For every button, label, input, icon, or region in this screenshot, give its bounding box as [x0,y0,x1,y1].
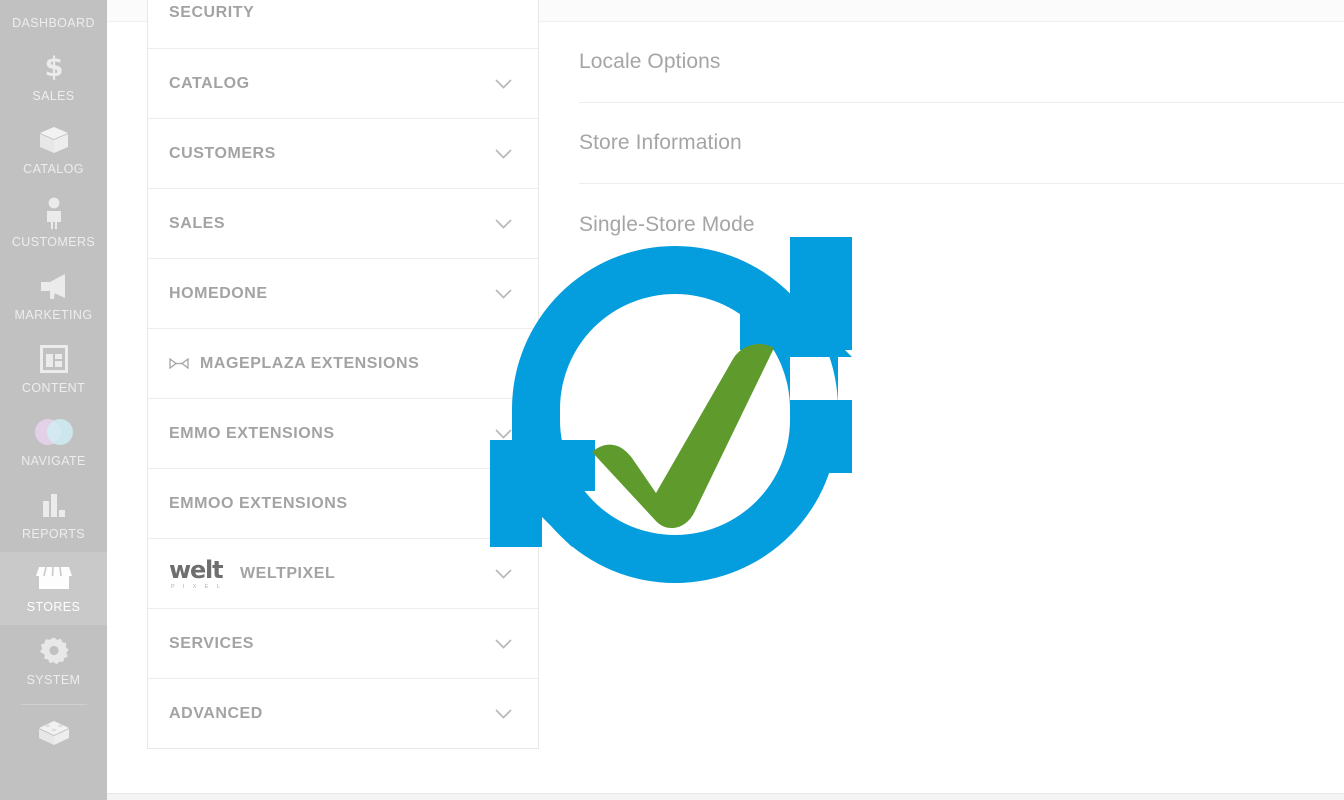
megaphone-icon [0,266,107,306]
chevron-down-icon[interactable] [495,638,512,649]
svg-text:$: $ [44,52,63,82]
chevron-down-icon[interactable] [495,708,512,719]
weltpixel-logo-word: welt [169,556,224,584]
sidebar-item-label: SYSTEM [26,673,81,687]
content-row-single-store-mode[interactable]: Single-Store Mode [579,184,1344,265]
section-row-catalog[interactable]: CATALOG [148,48,538,118]
content-row-store-information[interactable]: Store Information [579,103,1344,184]
sidebar-item-system[interactable]: SYSTEM [0,625,107,698]
section-label: ADVANCED [169,704,263,722]
admin-sidebar[interactable]: DASHBOARD $ SALES CATALOG CUSTOMERS MARK… [0,0,107,800]
section-label: CATALOG [169,74,250,92]
mageplaza-logo [169,357,189,370]
sidebar-item-stores[interactable]: STORES [0,552,107,625]
sidebar-item-catalog[interactable]: CATALOG [0,114,107,187]
section-row-security[interactable]: SECURITY [148,0,538,48]
venn-circles-icon [0,412,107,452]
sidebar-item-label: CATALOG [23,162,84,176]
section-row-customers[interactable]: CUSTOMERS [148,118,538,188]
chevron-down-icon[interactable] [495,428,512,439]
section-row-emmo-extensions[interactable]: EMMO EXTENSIONS [148,398,538,468]
section-label: SERVICES [169,634,255,652]
admin-page: DASHBOARD $ SALES CATALOG CUSTOMERS MARK… [0,0,1344,800]
sidebar-item-label: CUSTOMERS [11,235,96,249]
weltpixel-logo: welt P I X E L [169,558,229,591]
sidebar-item-label: REPORTS [22,527,85,541]
section-row-homedone[interactable]: HOMEDONE [148,258,538,328]
section-label: CUSTOMERS [169,144,276,162]
sidebar-item-extensions[interactable] [0,707,107,753]
page-footer-band [107,793,1344,800]
chevron-down-icon[interactable] [495,568,512,579]
sidebar-item-customers[interactable]: CUSTOMERS [0,187,107,260]
sidebar-divider [20,704,87,705]
weltpixel-logo-sub: P I X E L [171,584,224,590]
section-row-sales[interactable]: SALES [148,188,538,258]
content-row-label: Locale Options [579,50,721,73]
chevron-down-icon[interactable] [495,288,512,299]
chevron-down-icon[interactable] [495,148,512,159]
sidebar-item-marketing[interactable]: MARKETING [0,260,107,333]
dashboard-icon [0,0,107,14]
sidebar-item-label: NAVIGATE [21,454,86,468]
sidebar-item-label: CONTENT [21,381,86,395]
dollar-icon: $ [0,47,107,87]
settings-section-list: SECURITY CATALOG CUSTOMERS SALES HOMEDON… [147,0,539,749]
section-row-mageplaza-extensions[interactable]: MAGEPLAZA EXTENSIONS [148,328,538,398]
sidebar-item-label: MARKETING [14,308,93,322]
content-row-label: Single-Store Mode [579,212,755,236]
person-icon [0,193,107,233]
section-row-emmoo-extensions[interactable]: EMMOO EXTENSIONS [148,468,538,538]
storefront-icon [0,558,107,598]
gear-icon [0,631,107,671]
sidebar-item-reports[interactable]: REPORTS [0,479,107,552]
section-row-weltpixel[interactable]: welt P I X E L WELTPIXEL [148,538,538,608]
section-label: MAGEPLAZA EXTENSIONS [200,354,420,372]
sidebar-item-label: SALES [32,89,75,103]
section-row-advanced[interactable]: ADVANCED [148,678,538,748]
content-row-locale-options[interactable]: Locale Options [579,22,1344,103]
extensions-block-icon [0,713,107,753]
sidebar-item-label: DASHBOARD [12,16,95,30]
chevron-down-icon[interactable] [495,218,512,229]
sidebar-item-label: STORES [26,600,81,614]
box-icon [0,120,107,160]
sidebar-item-content[interactable]: CONTENT [0,333,107,406]
section-label: EMMO EXTENSIONS [169,424,335,442]
layout-icon [0,339,107,379]
sidebar-item-dashboard[interactable]: DASHBOARD [0,0,107,41]
section-label: SALES [169,214,226,232]
sidebar-item-sales[interactable]: $ SALES [0,41,107,114]
chevron-down-icon[interactable] [495,78,512,89]
section-label: EMMOO EXTENSIONS [169,494,348,512]
section-label: WELTPIXEL [240,564,336,582]
section-label: HOMEDONE [169,284,268,302]
section-row-services[interactable]: SERVICES [148,608,538,678]
content-row-label: Store Information [579,131,742,154]
settings-group-panel: Locale Options Store Information Single-… [579,22,1344,265]
sidebar-item-navigate[interactable]: NAVIGATE [0,406,107,479]
bar-chart-icon [0,485,107,525]
section-label: SECURITY [169,4,255,21]
